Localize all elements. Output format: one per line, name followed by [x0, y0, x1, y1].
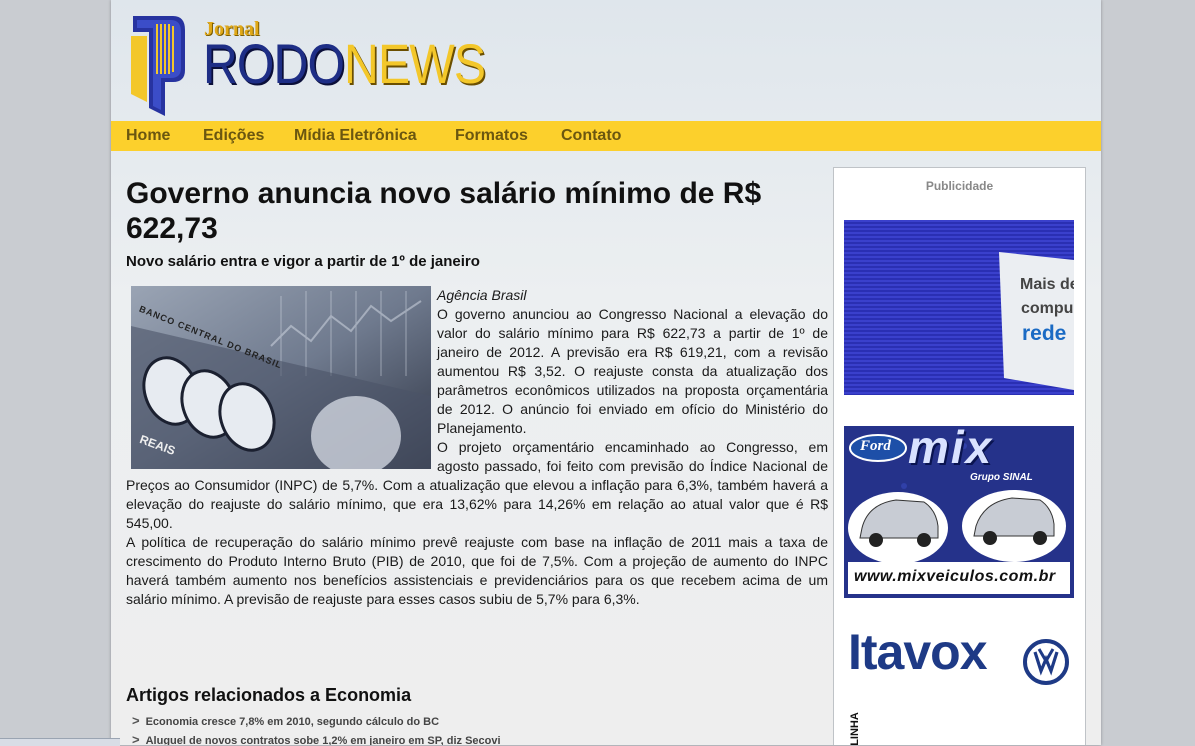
- ad-mix-veiculos[interactable]: Ford mix Grupo SINAL www.mixveiculos.com…: [844, 426, 1074, 598]
- ad1-line1: Mais de: [1020, 276, 1074, 293]
- related-articles: Artigos relacionados a Economia > Economi…: [126, 685, 828, 745]
- nav-home[interactable]: Home: [126, 127, 170, 145]
- related-list: > Economia cresce 7,8% em 2010, segundo c…: [132, 712, 828, 745]
- main-nav: Home Edições Mídia Eletrônica Formatos C…: [111, 121, 1101, 151]
- logo-emblem-icon[interactable]: [127, 12, 187, 118]
- logo-news-text: NEWS: [344, 32, 486, 95]
- article: Governo anuncia novo salário mínimo de R…: [126, 176, 828, 609]
- nav-contato[interactable]: Contato: [561, 127, 621, 145]
- ad1-line3: rede: [1022, 322, 1067, 345]
- article-body: BANCO CENTRAL DO BRASIL 100 REAIS Agênci…: [126, 286, 828, 609]
- ad2-grupo-text: Grupo SINAL: [970, 472, 1033, 483]
- header: Jornal RODONEWS: [111, 0, 1101, 121]
- article-title: Governo anuncia novo salário mínimo de R…: [126, 177, 762, 245]
- related-item-label: Aluguel de novos contratos sobe 1,2% em …: [145, 735, 501, 745]
- article-paragraph: A política de recuperação do salário mín…: [126, 534, 828, 607]
- nav-edicoes[interactable]: Edições: [203, 127, 264, 145]
- ad3-brand: Itavox: [848, 624, 988, 680]
- related-heading: Artigos relacionados a Economia: [126, 685, 412, 705]
- vw-logo-icon: [1023, 639, 1069, 685]
- chevron-right-icon: >: [132, 713, 140, 728]
- ad-banner-network[interactable]: Mais de compu rede: [844, 220, 1074, 395]
- nav-midia-eletronica[interactable]: Mídia Eletrônica: [294, 127, 417, 145]
- ad1-line2: compu: [1021, 300, 1074, 317]
- article-subtitle: Novo salário entra e vigor a partir de 1…: [126, 253, 480, 270]
- ad-itavox[interactable]: Itavox LINHA: [844, 623, 1074, 745]
- related-item-label: Economia cresce 7,8% em 2010, segundo cá…: [145, 716, 440, 728]
- related-item[interactable]: > Economia cresce 7,8% em 2010, segundo c…: [132, 712, 828, 731]
- site-logo[interactable]: RODONEWS: [203, 32, 486, 95]
- chevron-right-icon: >: [132, 732, 140, 745]
- sidebar-ads: Publicidade Mais de compu rede Ford mix …: [833, 167, 1086, 745]
- nav-formatos[interactable]: Formatos: [455, 127, 528, 145]
- ad3-vertical-text: LINHA: [848, 712, 861, 745]
- ad2-mix-logo: mix: [908, 426, 994, 473]
- ad2-ford-logo: Ford: [860, 438, 891, 454]
- page: Jornal RODONEWS Home Edições Mídia Eletr…: [111, 0, 1101, 745]
- article-photo: BANCO CENTRAL DO BRASIL 100 REAIS: [131, 286, 431, 469]
- logo-rodo-text: RODO: [203, 32, 345, 95]
- related-item[interactable]: > Aluguel de novos contratos sobe 1,2% em…: [132, 731, 828, 745]
- ad2-url: www.mixveiculos.com.br: [854, 568, 1056, 585]
- publicidade-label: Publicidade: [925, 179, 994, 193]
